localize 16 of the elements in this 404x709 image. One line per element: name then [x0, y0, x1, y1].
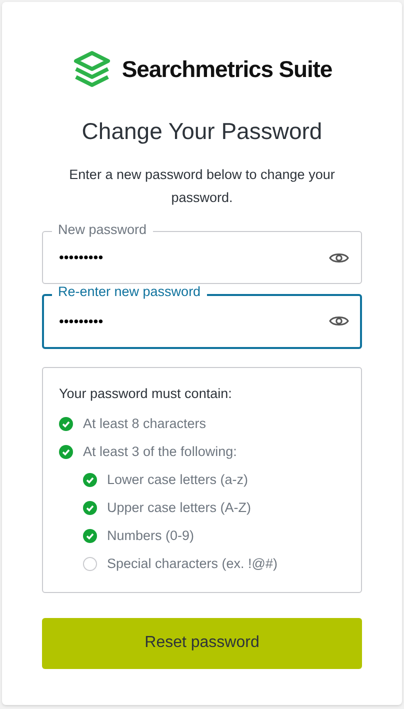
requirement-text: Lower case letters (a-z) [107, 470, 248, 489]
field-label: Re-enter new password [52, 284, 207, 300]
reset-password-button[interactable]: Reset password [42, 618, 362, 669]
logo-text: Searchmetrics Suite [122, 54, 332, 84]
show-password-icon[interactable] [329, 250, 349, 264]
show-password-icon[interactable] [329, 314, 349, 328]
logo-icon [72, 50, 112, 88]
requirements-heading: Your password must contain: [59, 384, 233, 403]
requirement-text: Numbers (0-9) [107, 526, 194, 545]
requirement-text: Special characters (ex. !@#) [107, 554, 278, 573]
requirement-text: Upper case letters (A-Z) [107, 498, 252, 517]
page-title: Change Your Password [82, 117, 322, 146]
field-label: New password [52, 222, 153, 238]
requirement-text: At least 8 characters [83, 414, 206, 433]
requirement-text: At least 3 of the following: [83, 442, 237, 461]
instructions-text: Enter a new password below to change your password. [68, 166, 336, 207]
